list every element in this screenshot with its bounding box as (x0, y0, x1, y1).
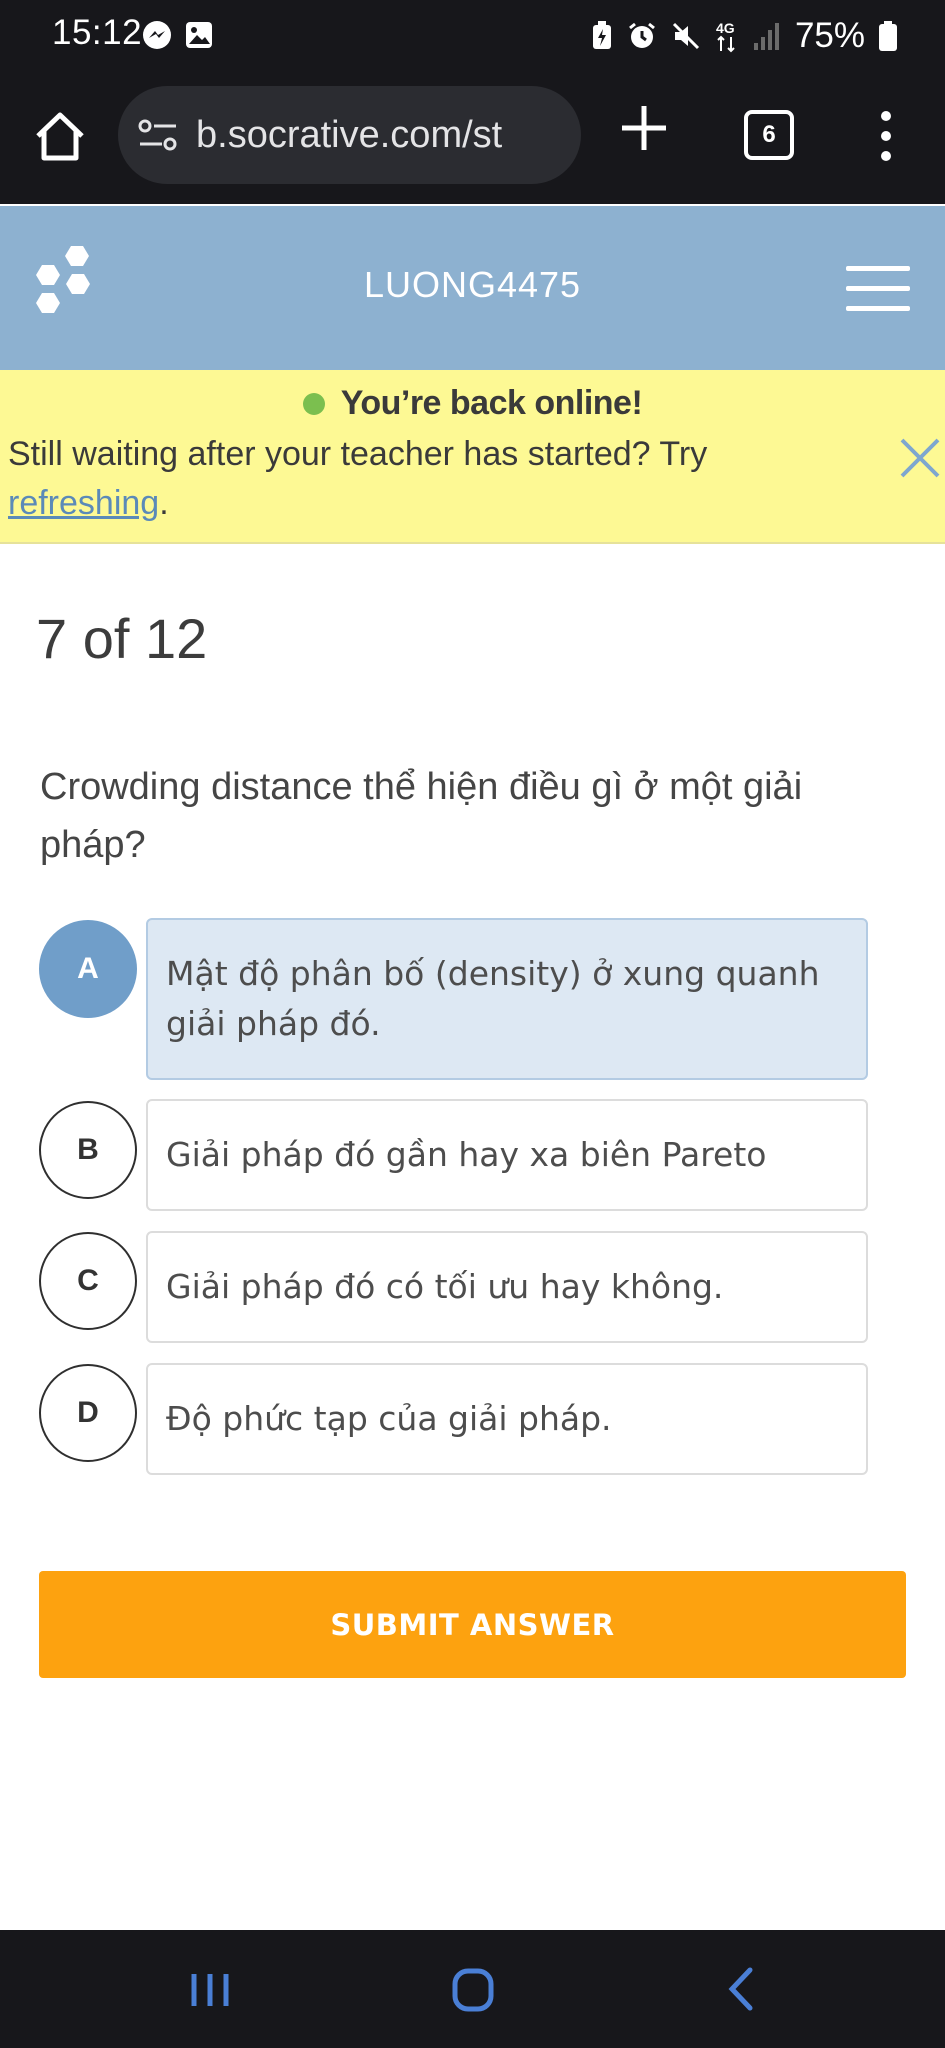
banner-title: You’re back online! (340, 384, 643, 422)
battery-saver-icon (592, 21, 611, 49)
option-b-text: Giải pháp đó gần hay xa biên Pareto (166, 1135, 767, 1174)
option-a-text: Mật độ phân bố (density) ở xung quanh gi… (166, 954, 820, 1043)
status-time: 15:12 (52, 13, 143, 52)
system-nav-bar (0, 1930, 945, 2048)
option-d[interactable]: Độ phức tạp của giải pháp. (146, 1363, 868, 1475)
option-a-circle[interactable]: A (39, 920, 137, 1018)
close-icon[interactable] (898, 436, 942, 480)
site-settings-icon[interactable] (138, 117, 178, 153)
option-b-circle[interactable]: B (39, 1101, 137, 1199)
4g-icon: 4G (716, 20, 735, 53)
question-progress: 7 of 12 (36, 607, 208, 670)
online-status-dot (302, 392, 325, 415)
site-header: LUONG4475 (0, 206, 945, 370)
option-a[interactable]: Mật độ phân bố (density) ở xung quanh gi… (146, 918, 868, 1080)
signal-icon (753, 23, 779, 50)
browser-toolbar: b.socrative.com/st 6 (0, 72, 945, 204)
recent-apps-icon[interactable] (188, 1970, 232, 2010)
battery-icon (879, 21, 897, 51)
option-c-text: Giải pháp đó có tối ưu hay không. (166, 1267, 724, 1306)
url-text[interactable]: b.socrative.com/st (196, 114, 502, 157)
nav-home-icon[interactable] (452, 1968, 494, 2012)
room-name: LUONG4475 (363, 264, 582, 305)
system-icons: 4G 75% (591, 14, 897, 58)
question-text: Crowding distance thể hiện điều gì ở một… (40, 766, 803, 866)
messenger-icon (143, 21, 171, 49)
tab-count: 6 (744, 110, 794, 160)
tab-switcher-button[interactable]: 6 (744, 110, 794, 160)
option-d-text: Độ phức tạp của giải pháp. (166, 1399, 612, 1438)
alarm-icon (629, 22, 655, 48)
battery-percent: 75% (794, 16, 865, 55)
refresh-link[interactable]: refreshing (8, 484, 159, 522)
banner-message-end: . (159, 484, 169, 522)
option-d-circle[interactable]: D (39, 1364, 137, 1462)
banner-message-text: Still waiting after your teacher has sta… (8, 435, 708, 473)
hamburger-menu-icon[interactable] (846, 266, 910, 312)
svg-text:4G: 4G (716, 20, 735, 36)
new-tab-icon[interactable] (618, 102, 670, 154)
online-banner: You’re back online! Still waiting after … (0, 370, 945, 544)
notification-icons (142, 20, 214, 52)
option-c-circle[interactable]: C (39, 1232, 137, 1330)
gallery-icon (186, 22, 212, 48)
home-icon[interactable] (30, 106, 90, 166)
submit-answer-button[interactable]: SUBMIT ANSWER (39, 1571, 906, 1678)
status-bar: 15:12 4G 75% (0, 0, 945, 72)
more-menu-icon[interactable] (874, 106, 898, 166)
option-c[interactable]: Giải pháp đó có tối ưu hay không. (146, 1231, 868, 1343)
banner-title-row: You’re back online! (0, 384, 945, 423)
banner-message: Still waiting after your teacher has sta… (8, 430, 868, 528)
address-bar[interactable]: b.socrative.com/st (118, 86, 581, 184)
option-b[interactable]: Giải pháp đó gần hay xa biên Pareto (146, 1099, 868, 1211)
back-icon[interactable] (726, 1966, 756, 2012)
mute-icon (672, 22, 699, 50)
